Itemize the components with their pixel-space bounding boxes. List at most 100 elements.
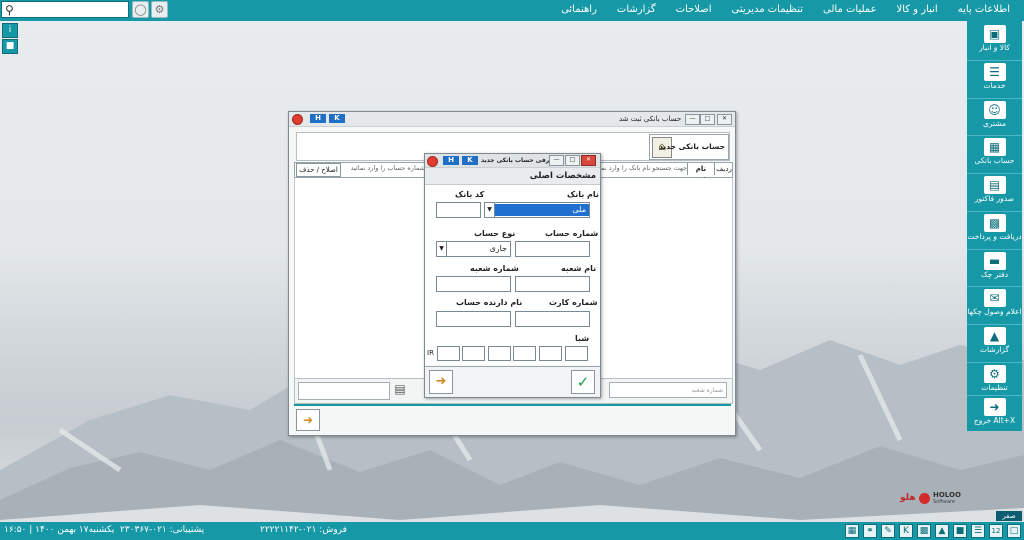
- status-dot-icon: [427, 156, 438, 167]
- exit-icon: ➜: [983, 398, 1006, 416]
- branch-number-input[interactable]: [436, 276, 511, 292]
- column-row[interactable]: ردیف: [714, 163, 733, 175]
- sheba-part-1[interactable]: [437, 346, 460, 361]
- support-phone: پشتیبانی: ۰۲۱-۲۳۰۳۶۷: [120, 525, 205, 535]
- bank-code-label: کد بانک: [455, 190, 485, 199]
- sidebar-item-bank-account[interactable]: ▦ حساب بانکی: [967, 136, 1022, 172]
- k-button[interactable]: K: [329, 114, 345, 123]
- sales-phone: فروش: ۰۲۱-۲۲۲۲۱۱۴۲: [260, 525, 347, 535]
- share-icon[interactable]: ⚭: [863, 524, 877, 538]
- grid-icon[interactable]: ▩: [917, 524, 931, 538]
- sidebar-item-services[interactable]: ☰ خدمات: [967, 61, 1022, 97]
- sidebar-item-invoice[interactable]: ▤ صدور فاکتور: [967, 174, 1022, 210]
- branch-number-label: شماره شعبه: [470, 264, 519, 273]
- menu-item-corrections[interactable]: اصلاحات: [666, 0, 722, 21]
- status-dot-icon: [292, 114, 303, 125]
- box-icon: ▣: [983, 25, 1006, 43]
- sidebar-item-reports[interactable]: ▲ گزارشات: [967, 325, 1022, 361]
- holder-name-input[interactable]: [436, 311, 511, 327]
- new-bank-account-button[interactable]: ⌂ حساب بانکی جدید: [649, 134, 729, 160]
- sheba-part-4[interactable]: [513, 346, 536, 361]
- sheba-part-3[interactable]: [488, 346, 511, 361]
- restore-button[interactable]: □: [565, 155, 580, 166]
- globe-icon[interactable]: ◯: [132, 1, 149, 18]
- close-button[interactable]: ✕: [717, 114, 732, 125]
- sidebar-item-settings[interactable]: ⚙ تنظیمات: [967, 363, 1022, 399]
- restore-button[interactable]: □: [700, 114, 715, 125]
- sidebar-item-label: صدور فاکتور: [974, 194, 1015, 203]
- menu-item-help[interactable]: راهنمائی: [551, 0, 607, 21]
- card-number-input[interactable]: [515, 311, 590, 327]
- bank-code-input[interactable]: [436, 202, 481, 218]
- edit-delete-button[interactable]: اصلاح / حذف: [296, 163, 341, 177]
- logo-mark: هلو: [900, 493, 916, 503]
- account-number-input[interactable]: [515, 241, 590, 257]
- card-number-label: شماره کارت: [549, 298, 598, 307]
- account-type-select[interactable]: ▼ جاری: [436, 241, 511, 257]
- confirm-check-button[interactable]: ✓: [571, 370, 595, 394]
- branch-number-filter[interactable]: شماره شعبه: [609, 382, 727, 398]
- sidebar-item-exit[interactable]: ➜ خروج Alt+X: [967, 396, 1022, 432]
- money-icon[interactable]: ■: [953, 524, 967, 538]
- menu-item-base-info[interactable]: اطلاعات پایه: [948, 0, 1020, 21]
- bank-name-value: ملی: [495, 204, 589, 216]
- k-shortcut-icon[interactable]: K: [899, 524, 913, 538]
- logo-circle-icon: [919, 493, 930, 504]
- search-box[interactable]: ⚲: [1, 1, 129, 18]
- search-icon[interactable]: ⚲: [5, 3, 14, 17]
- column-bank-name[interactable]: نام بانک: [687, 163, 714, 185]
- top-menu-bar: ⚲ ◯ ⚙ اطلاعات پایه انبار و کالا عملیات م…: [0, 0, 1024, 21]
- chart-icon[interactable]: ▲: [935, 524, 949, 538]
- exit-button[interactable]: ➜: [296, 409, 320, 431]
- settings-icon: ⚙: [983, 365, 1006, 383]
- document-icon[interactable]: ▤: [389, 382, 411, 398]
- info-icon[interactable]: i: [2, 23, 18, 38]
- menu-item-reports[interactable]: گزارشات: [607, 0, 666, 21]
- close-button[interactable]: ✕: [581, 155, 596, 166]
- main-menu: اطلاعات پایه انبار و کالا عملیات مالی تن…: [551, 0, 1020, 21]
- chevron-down-icon[interactable]: ▼: [437, 242, 447, 256]
- sidebar-item-check-collect[interactable]: ✉ اعلام وصول چکها: [967, 287, 1022, 323]
- gear-icon[interactable]: ⚙: [151, 1, 168, 18]
- holder-name-label: نام دارنده حساب: [456, 298, 523, 307]
- h-button[interactable]: H: [443, 156, 459, 165]
- list-icon[interactable]: ☰: [971, 524, 985, 538]
- section-header: مشخصات اصلی: [425, 168, 600, 185]
- notes-icon[interactable]: ✎: [881, 524, 895, 538]
- sheba-part-6[interactable]: [565, 346, 588, 361]
- date-time: یکشنبه۱۷ بهمن ۱۴۰۰ | ۱۶:۵۰: [4, 525, 115, 535]
- dialog-title-bar: H K معرفی حساب بانکی جدید — □ ✕: [425, 154, 600, 168]
- calculator-icon[interactable]: ▦: [845, 524, 859, 538]
- chevron-down-icon[interactable]: ▼: [485, 203, 495, 217]
- status-bar: یکشنبه۱۷ بهمن ۱۴۰۰ | ۱۶:۵۰ پشتیبانی: ۰۲۱…: [0, 522, 1024, 540]
- check-collect-icon: ✉: [983, 289, 1006, 307]
- holoo-logo: هلو HOLOO Software: [900, 490, 961, 508]
- h-button[interactable]: H: [310, 114, 326, 123]
- cancel-exit-button[interactable]: ➜: [429, 370, 453, 394]
- sidebar-item-inventory[interactable]: ▣ کالا و انبار: [967, 23, 1022, 59]
- sidebar-item-checkbook[interactable]: ▬ دفتر چک: [967, 250, 1022, 286]
- bank-name-select[interactable]: ▼ ملی: [484, 202, 590, 218]
- window-icon[interactable]: □: [1007, 524, 1021, 538]
- minimize-button[interactable]: —: [549, 155, 564, 166]
- bank-name-label: نام بانک: [567, 190, 599, 199]
- sidebar-item-label: مشتری: [983, 119, 1006, 128]
- minimize-button[interactable]: —: [685, 114, 700, 125]
- sidebar-item-label: حساب بانکی: [974, 156, 1015, 165]
- sidebar-item-payment[interactable]: ▩ دریافت و پرداخت: [967, 212, 1022, 248]
- sheba-part-2[interactable]: [462, 346, 485, 361]
- footer-field[interactable]: [298, 382, 390, 400]
- dialog-footer: ➜ ✓: [425, 366, 600, 397]
- user-icon[interactable]: ■: [2, 39, 18, 54]
- sidebar-item-label: دریافت و پرداخت: [967, 232, 1022, 241]
- account-type-value: جاری: [489, 244, 507, 253]
- calendar-icon[interactable]: 12: [989, 524, 1003, 538]
- menu-item-inventory[interactable]: انبار و کالا: [887, 0, 948, 21]
- branch-name-input[interactable]: [515, 276, 590, 292]
- sheba-part-5[interactable]: [539, 346, 562, 361]
- sidebar-item-customer[interactable]: ☺ مشتری: [967, 99, 1022, 135]
- menu-item-finance[interactable]: عملیات مالی: [813, 0, 887, 21]
- menu-item-management[interactable]: تنظیمات مدیریتی: [722, 0, 813, 21]
- k-button[interactable]: K: [462, 156, 478, 165]
- sidebar-item-label: خروج Alt+X: [973, 416, 1016, 425]
